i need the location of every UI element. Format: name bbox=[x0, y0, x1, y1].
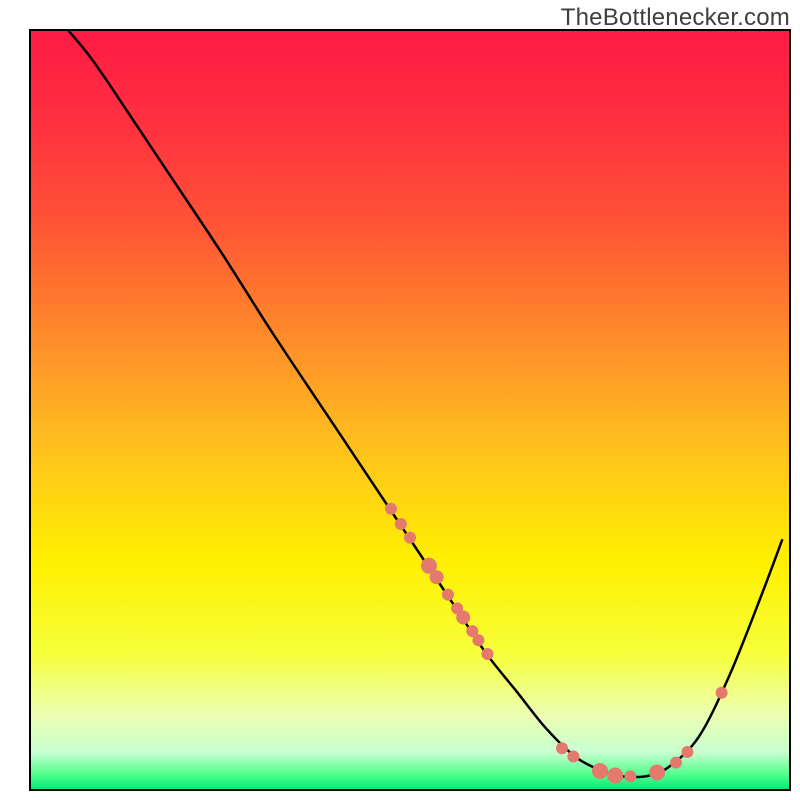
data-point-marker bbox=[472, 634, 484, 646]
data-point-marker bbox=[442, 589, 454, 601]
data-point-marker bbox=[670, 757, 682, 769]
data-point-marker bbox=[607, 768, 623, 784]
gradient-plot bbox=[0, 0, 800, 800]
data-point-marker bbox=[556, 742, 568, 754]
data-point-marker bbox=[649, 765, 665, 781]
chart-container: TheBottlenecker.com bbox=[0, 0, 800, 800]
watermark-label: TheBottlenecker.com bbox=[561, 4, 790, 32]
data-point-marker bbox=[624, 770, 636, 782]
data-point-marker bbox=[395, 518, 407, 530]
data-point-marker bbox=[567, 751, 579, 763]
data-point-marker bbox=[456, 610, 470, 624]
data-point-marker bbox=[681, 746, 693, 758]
data-point-marker bbox=[482, 648, 494, 660]
data-point-marker bbox=[592, 763, 608, 779]
data-point-marker bbox=[385, 503, 397, 515]
data-point-marker bbox=[430, 570, 444, 584]
data-point-marker bbox=[716, 687, 728, 699]
plot-background bbox=[30, 30, 790, 790]
data-point-marker bbox=[404, 532, 416, 544]
